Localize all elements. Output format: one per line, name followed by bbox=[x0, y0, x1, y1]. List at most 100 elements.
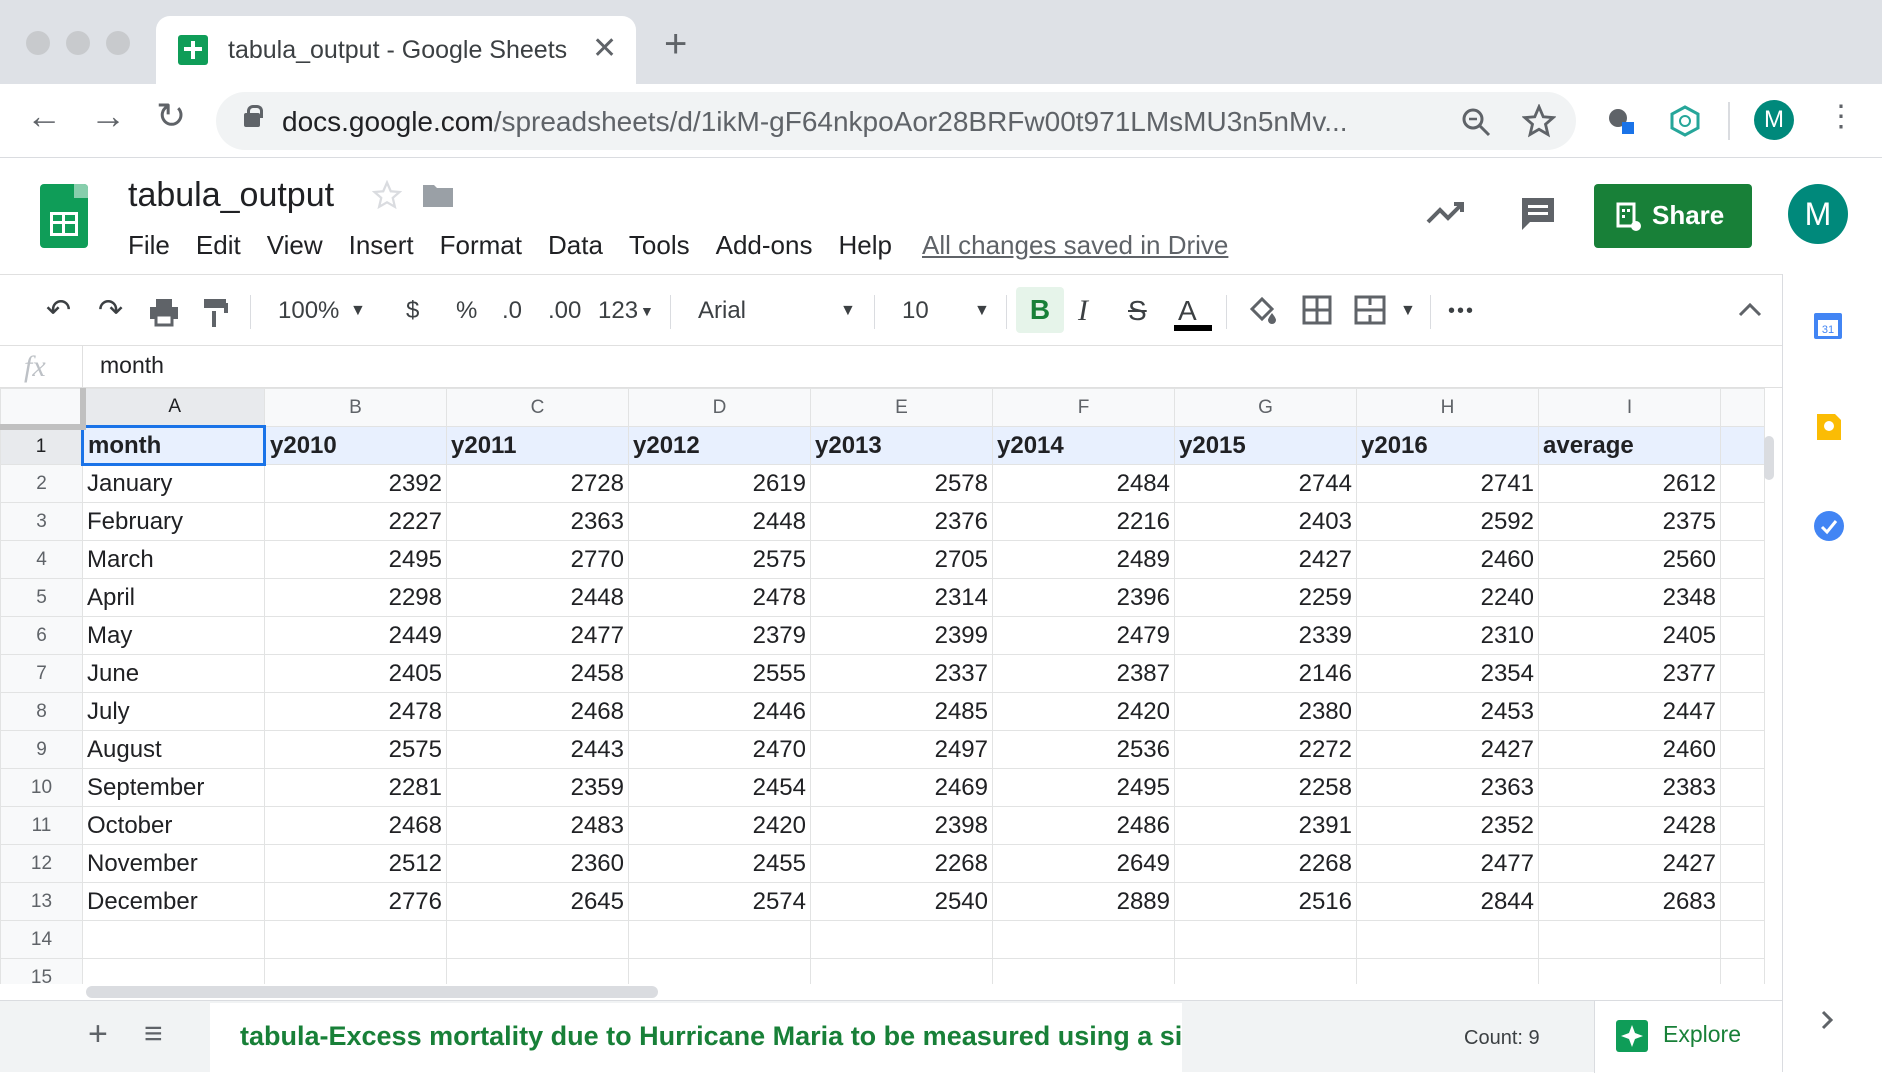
undo-icon[interactable]: ↶ bbox=[46, 293, 71, 329]
table-cell[interactable]: 2512 bbox=[264, 844, 447, 883]
table-cell[interactable]: 2497 bbox=[810, 730, 993, 769]
table-cell[interactable]: y2011 bbox=[446, 426, 629, 465]
table-cell[interactable]: May bbox=[82, 616, 265, 655]
table-cell[interactable]: October bbox=[82, 806, 265, 845]
table-cell[interactable]: y2012 bbox=[628, 426, 811, 465]
column-header[interactable]: A bbox=[82, 388, 265, 427]
table-cell[interactable]: 2470 bbox=[628, 730, 811, 769]
table-cell[interactable]: 2469 bbox=[810, 768, 993, 807]
table-cell[interactable]: 2479 bbox=[992, 616, 1175, 655]
table-cell[interactable]: 2460 bbox=[1538, 730, 1721, 769]
table-cell[interactable]: 2360 bbox=[446, 844, 629, 883]
table-cell[interactable] bbox=[1538, 958, 1721, 984]
formula-input[interactable]: month bbox=[100, 352, 164, 379]
table-cell[interactable]: April bbox=[82, 578, 265, 617]
menu-tools[interactable]: Tools bbox=[629, 230, 690, 261]
table-cell[interactable]: 2420 bbox=[992, 692, 1175, 731]
table-cell[interactable]: 2314 bbox=[810, 578, 993, 617]
text-color-button[interactable]: A bbox=[1178, 293, 1197, 329]
horizontal-scrollbar[interactable] bbox=[86, 986, 658, 998]
table-cell[interactable]: 2454 bbox=[628, 768, 811, 807]
table-cell[interactable]: 2216 bbox=[992, 502, 1175, 541]
table-cell[interactable]: 2458 bbox=[446, 654, 629, 693]
table-cell[interactable]: y2013 bbox=[810, 426, 993, 465]
table-cell[interactable] bbox=[992, 958, 1175, 984]
table-cell[interactable]: 2489 bbox=[992, 540, 1175, 579]
table-cell[interactable]: 2405 bbox=[1538, 616, 1721, 655]
table-cell[interactable]: 2468 bbox=[264, 806, 447, 845]
table-cell[interactable]: 2352 bbox=[1356, 806, 1539, 845]
browser-profile-avatar[interactable]: M bbox=[1754, 100, 1794, 140]
menu-insert[interactable]: Insert bbox=[349, 230, 414, 261]
table-cell[interactable]: August bbox=[82, 730, 265, 769]
more-formats-chevron-down-icon[interactable]: ▼ bbox=[640, 293, 654, 329]
table-cell[interactable] bbox=[810, 920, 993, 959]
row-header[interactable]: 12 bbox=[0, 844, 83, 883]
table-cell[interactable]: 2728 bbox=[446, 464, 629, 503]
row-header[interactable]: 9 bbox=[0, 730, 83, 769]
menu-file[interactable]: File bbox=[128, 230, 170, 261]
table-cell[interactable]: 2298 bbox=[264, 578, 447, 617]
table-cell[interactable]: 2427 bbox=[1174, 540, 1357, 579]
selection-count[interactable]: Count: 9 bbox=[1464, 1027, 1540, 1050]
table-cell[interactable]: 2387 bbox=[992, 654, 1175, 693]
print-icon[interactable] bbox=[148, 297, 180, 327]
table-cell[interactable] bbox=[82, 958, 265, 984]
strikethrough-button[interactable]: S bbox=[1128, 293, 1147, 329]
table-cell[interactable]: 2392 bbox=[264, 464, 447, 503]
row-header[interactable]: 6 bbox=[0, 616, 83, 655]
table-cell[interactable]: 2259 bbox=[1174, 578, 1357, 617]
table-cell[interactable]: y2014 bbox=[992, 426, 1175, 465]
table-cell[interactable]: 2427 bbox=[1538, 844, 1721, 883]
table-cell[interactable]: 2455 bbox=[628, 844, 811, 883]
account-avatar[interactable]: M bbox=[1788, 184, 1848, 244]
font-size-select[interactable]: 10 bbox=[902, 293, 929, 329]
table-cell[interactable] bbox=[992, 920, 1175, 959]
table-cell[interactable] bbox=[1174, 920, 1357, 959]
row-header[interactable]: 15 bbox=[0, 958, 83, 984]
minimize-window-icon[interactable] bbox=[66, 31, 90, 55]
add-sheet-icon[interactable]: + bbox=[88, 1015, 108, 1054]
share-button[interactable]: Share bbox=[1594, 184, 1752, 248]
table-cell[interactable]: 2377 bbox=[1538, 654, 1721, 693]
keep-icon[interactable] bbox=[1815, 412, 1843, 442]
explore-button[interactable]: Explore bbox=[1594, 1001, 1782, 1073]
merge-chevron-down-icon[interactable]: ▼ bbox=[1400, 293, 1416, 329]
star-icon[interactable] bbox=[372, 180, 402, 210]
activity-trend-icon[interactable] bbox=[1426, 198, 1466, 226]
row-header[interactable]: 5 bbox=[0, 578, 83, 617]
table-cell[interactable] bbox=[446, 958, 629, 984]
table-cell[interactable]: February bbox=[82, 502, 265, 541]
table-cell[interactable]: 2485 bbox=[810, 692, 993, 731]
table-cell[interactable]: 2380 bbox=[1174, 692, 1357, 731]
table-cell[interactable]: 2578 bbox=[810, 464, 993, 503]
sheets-logo-icon[interactable] bbox=[40, 184, 88, 248]
table-cell[interactable]: 2337 bbox=[810, 654, 993, 693]
table-cell[interactable]: 2398 bbox=[810, 806, 993, 845]
redo-icon[interactable]: ↷ bbox=[98, 293, 123, 329]
table-cell[interactable] bbox=[1356, 920, 1539, 959]
extension-icon[interactable] bbox=[1604, 104, 1638, 138]
table-cell[interactable]: June bbox=[82, 654, 265, 693]
table-cell[interactable]: 2258 bbox=[1174, 768, 1357, 807]
table-cell[interactable]: March bbox=[82, 540, 265, 579]
table-cell[interactable]: 2427 bbox=[1356, 730, 1539, 769]
paint-format-icon[interactable] bbox=[202, 297, 230, 329]
table-cell[interactable]: 2478 bbox=[628, 578, 811, 617]
table-cell[interactable]: 2281 bbox=[264, 768, 447, 807]
menu-format[interactable]: Format bbox=[440, 230, 522, 261]
table-cell[interactable]: 2645 bbox=[446, 882, 629, 921]
browser-tab[interactable]: tabula_output - Google Sheets ✕ bbox=[156, 16, 636, 84]
sheet-tab[interactable]: tabula-Excess mortality due to Hurricane… bbox=[210, 1003, 1182, 1073]
table-cell[interactable]: 2379 bbox=[628, 616, 811, 655]
table-cell[interactable]: 2889 bbox=[992, 882, 1175, 921]
table-cell[interactable]: 2268 bbox=[810, 844, 993, 883]
column-header[interactable]: H bbox=[1356, 388, 1539, 427]
column-header[interactable]: D bbox=[628, 388, 811, 427]
zoom-chevron-down-icon[interactable]: ▼ bbox=[350, 293, 366, 329]
row-header[interactable]: 14 bbox=[0, 920, 83, 959]
table-cell[interactable]: 2443 bbox=[446, 730, 629, 769]
table-cell[interactable]: 2146 bbox=[1174, 654, 1357, 693]
expand-panel-chevron-icon[interactable] bbox=[1819, 1008, 1835, 1032]
table-cell[interactable]: 2227 bbox=[264, 502, 447, 541]
